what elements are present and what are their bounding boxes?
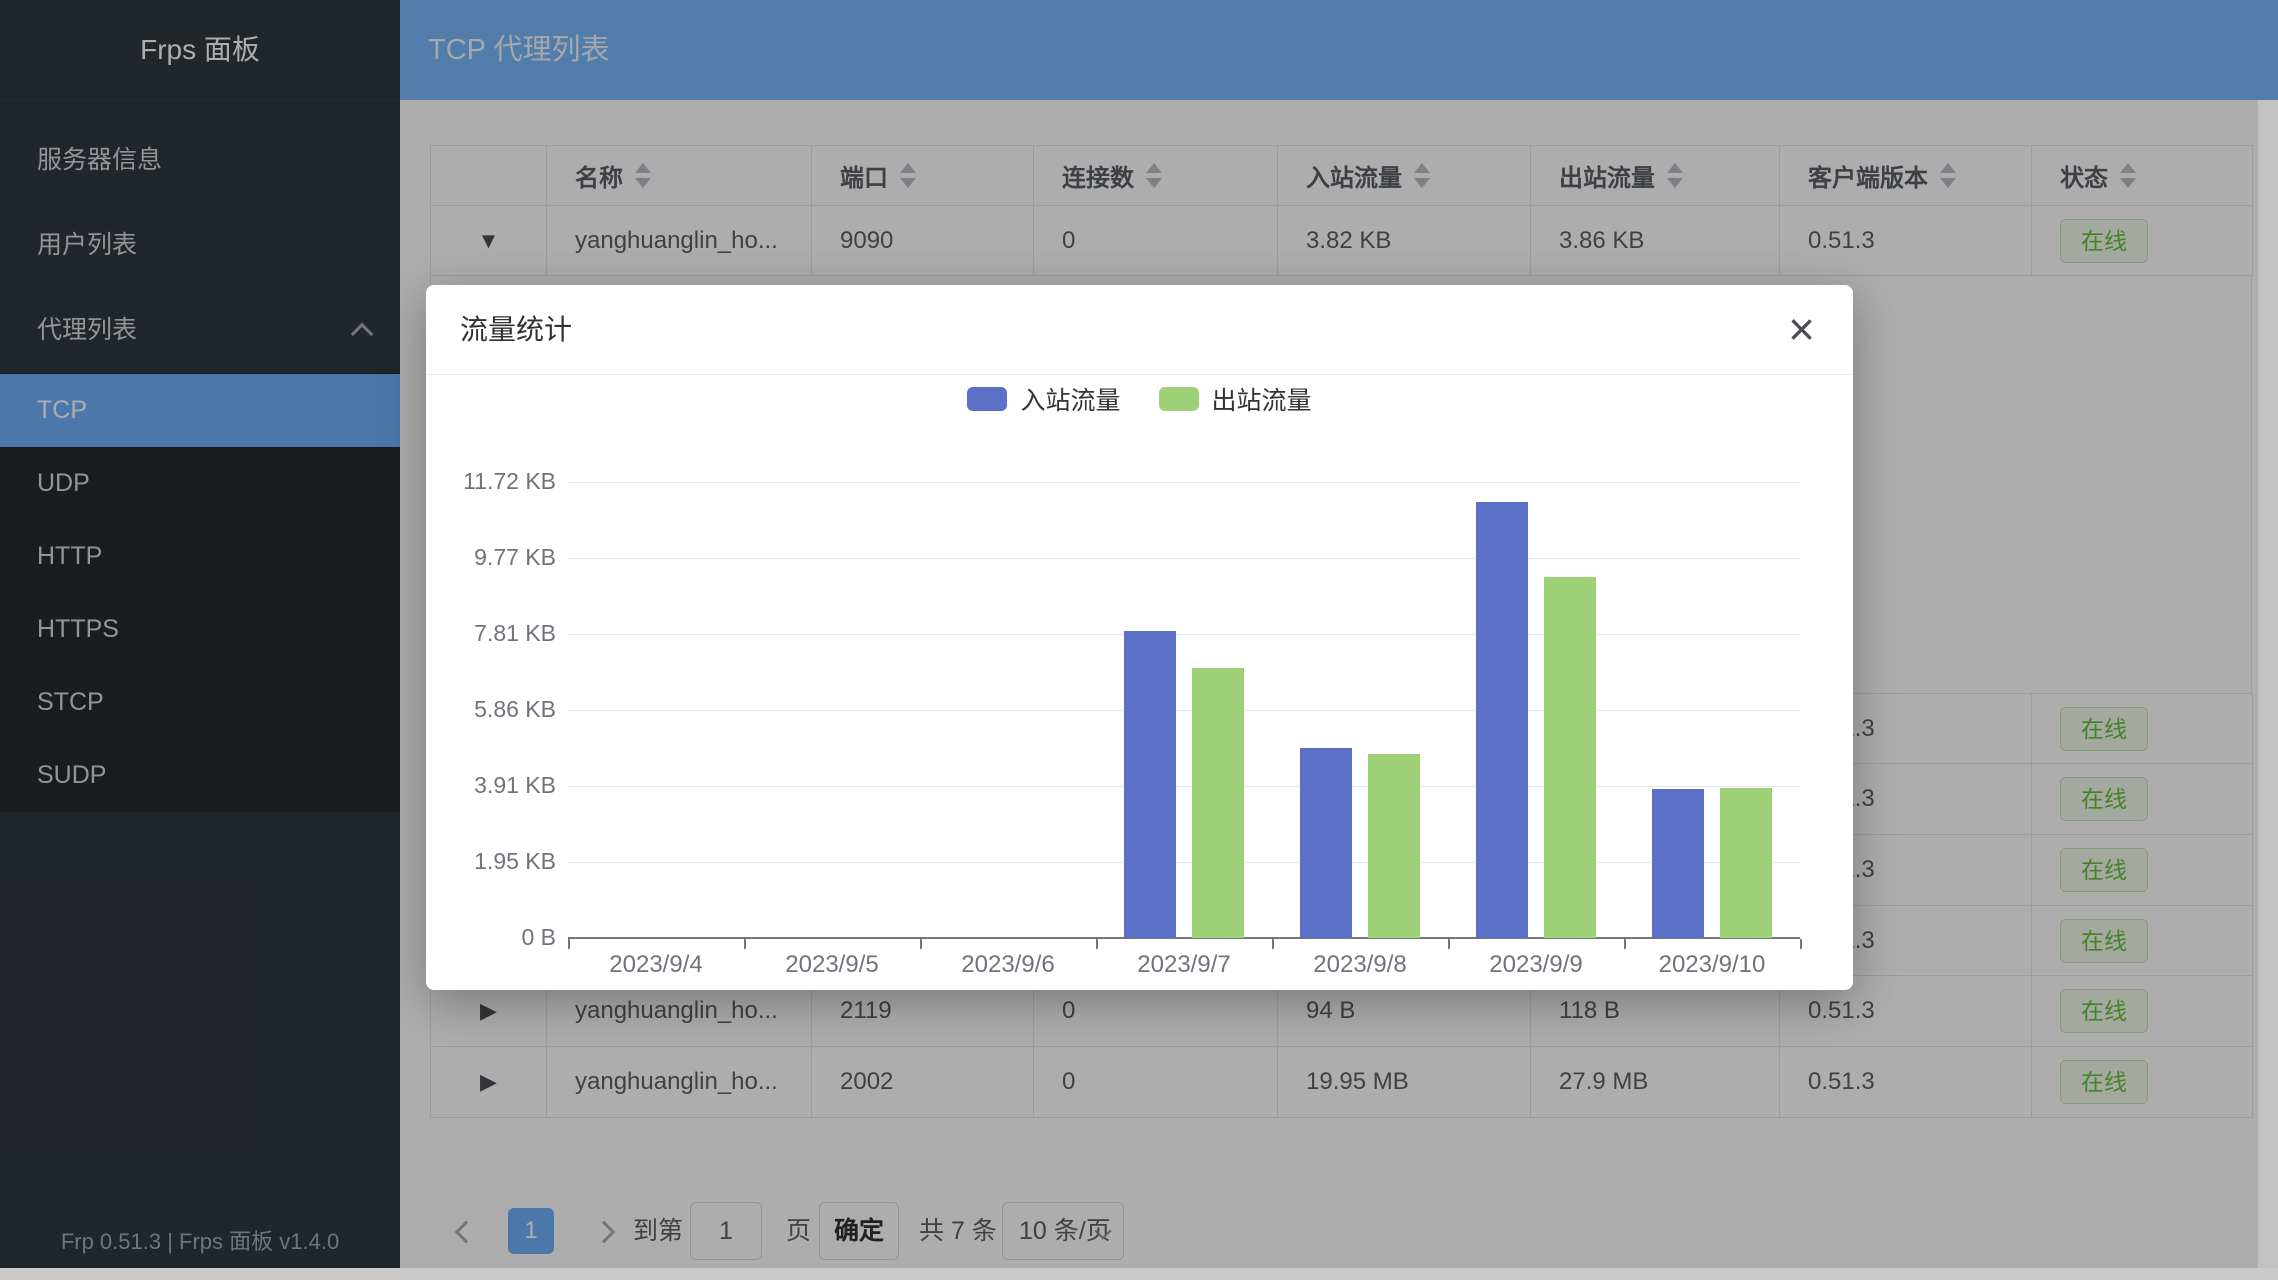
y-gridline <box>568 786 1800 787</box>
bar-出站流量-2023/9/7 <box>1192 668 1244 938</box>
y-gridline <box>568 710 1800 711</box>
x-axis-label: 2023/9/5 <box>744 951 920 979</box>
bar-出站流量-2023/9/9 <box>1544 577 1596 938</box>
bar-入站流量-2023/9/8 <box>1300 748 1352 938</box>
y-gridline <box>568 634 1800 635</box>
x-axis-tick <box>1272 939 1274 949</box>
bar-出站流量-2023/9/10 <box>1720 788 1772 938</box>
y-gridline <box>568 482 1800 483</box>
vertical-scrollbar[interactable] <box>2258 100 2278 1268</box>
bar-入站流量-2023/9/7 <box>1124 631 1176 938</box>
horizontal-scrollbar[interactable] <box>0 1268 2278 1280</box>
y-axis-label: 9.77 KB <box>426 544 556 571</box>
y-axis-label: 5.86 KB <box>426 696 556 723</box>
y-axis-label: 3.91 KB <box>426 772 556 799</box>
x-axis-label: 2023/9/7 <box>1096 951 1272 979</box>
traffic-bar-chart: 0 B 1.95 KB 3.91 KB 5.86 KB 7.81 KB 9.77 KB 11… <box>426 285 1853 990</box>
y-gridline <box>568 862 1800 863</box>
y-axis-label: 11.72 KB <box>426 468 556 495</box>
bar-入站流量-2023/9/9 <box>1476 502 1528 938</box>
x-axis-tick <box>920 939 922 949</box>
x-axis-label: 2023/9/10 <box>1624 951 1800 979</box>
x-axis-label: 2023/9/8 <box>1272 951 1448 979</box>
x-axis-label: 2023/9/4 <box>568 951 744 979</box>
y-axis-label: 1.95 KB <box>426 848 556 875</box>
y-axis-label: 7.81 KB <box>426 620 556 647</box>
x-axis-tick <box>568 939 570 949</box>
traffic-stats-modal: 流量统计 × 入站流量出站流量 0 B1.95 KB3.91 KB5.86 KB… <box>426 285 1853 990</box>
x-axis-label: 2023/9/9 <box>1448 951 1624 979</box>
x-axis-tick <box>1096 939 1098 949</box>
frps-dashboard: { "sidebar": { "title": "Frps 面板", "item… <box>0 0 2278 1280</box>
x-axis-tick <box>744 939 746 949</box>
y-gridline <box>568 558 1800 559</box>
bar-出站流量-2023/9/8 <box>1368 754 1420 938</box>
x-axis-line <box>568 937 1800 939</box>
x-axis-label: 2023/9/6 <box>920 951 1096 979</box>
y-axis-label: 0 B <box>426 924 556 951</box>
x-axis-tick <box>1448 939 1450 949</box>
x-axis-tick <box>1624 939 1626 949</box>
bar-入站流量-2023/9/10 <box>1652 789 1704 938</box>
x-axis-tick <box>1800 939 1802 949</box>
